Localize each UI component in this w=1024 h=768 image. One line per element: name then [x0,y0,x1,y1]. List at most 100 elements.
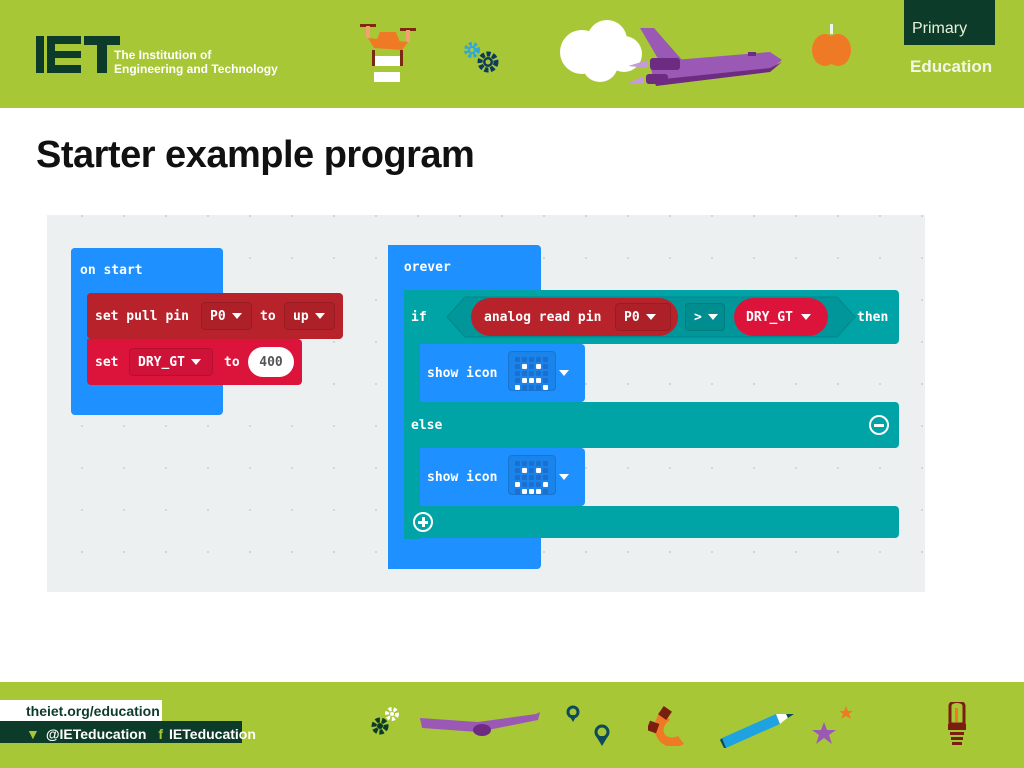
show-icon-label: show icon [427,470,498,485]
led-off [529,468,534,473]
chevron-down-icon [190,359,201,365]
show-icon-label: show icon [427,366,498,381]
led-on [515,385,520,390]
social-links: ▼ @IETeducation f IETeducation [0,721,256,743]
gears-icon [371,707,399,735]
led-on [529,378,534,383]
website-link[interactable]: theiet.org/education [0,700,162,722]
add-else-if-button[interactable] [413,512,433,532]
facebook-handle-link[interactable]: IETeducation [169,726,256,742]
led-off [543,378,548,383]
else-label: else [411,418,443,433]
led-off [536,461,541,466]
stars-icon [812,706,853,744]
remove-else-button[interactable] [869,415,889,435]
iet-logo [36,36,120,73]
led-off [529,371,534,376]
forever-label: forever [396,260,451,275]
led-on [536,378,541,383]
pull-mode-value: up [293,308,309,324]
pencil-icon [720,714,794,748]
space-shuttle-icon [626,28,782,86]
led-on [515,482,520,487]
pull-pin-dropdown[interactable]: P0 [201,302,252,330]
led-on [522,378,527,383]
minus-icon [874,423,884,427]
light-bulb-icon [948,702,966,745]
set-pull-pin-label: set pull pin [95,309,189,324]
pull-mode-dropdown[interactable]: up [284,302,335,330]
if-label: if [411,310,427,325]
header-band: The Institution of Engineering and Techn… [0,0,1024,108]
variable-value: DRY_GT [138,354,185,370]
led-off [522,385,527,390]
led-off [543,475,548,480]
if-block-footer [404,506,899,538]
chevron-down-icon [800,314,811,320]
led-on [529,489,534,494]
chevron-down-icon [231,313,242,319]
led-off [529,461,534,466]
twitter-bird-icon: ▼ [26,725,40,742]
led-off [515,461,520,466]
value-input[interactable]: 400 [248,347,294,377]
compare-variable-dropdown[interactable]: DRY_GT [734,298,828,336]
page-title: Starter example program [36,134,475,176]
primary-badge: Primary [904,0,995,45]
led-on [543,482,548,487]
led-off [515,468,520,473]
org-name-line1: The Institution of [114,48,212,62]
gears-icon [464,42,499,73]
analog-pin-value: P0 [624,309,640,325]
forever-spine [388,245,404,569]
blocks-workspace: on start set pull pin P0 to up set DRY_G… [47,215,925,592]
chevron-down-icon[interactable] [559,370,569,376]
else-section [404,402,899,448]
led-off [522,461,527,466]
chevron-down-icon [645,314,656,320]
led-on [536,364,541,369]
glider-plane-icon [420,712,540,736]
education-label: Education [910,57,993,76]
compare-variable-value: DRY_GT [746,309,793,325]
led-on [536,489,541,494]
operator-dropdown[interactable]: > [685,303,725,331]
location-pins-icon [566,705,610,746]
led-off [543,489,548,494]
then-label: then [857,310,889,325]
on-start-label: on start [80,263,143,278]
set-variable-to-label: to [224,355,240,370]
happy-face-icon[interactable] [508,455,556,495]
led-off [515,357,520,362]
twitter-handle-link[interactable]: @IETeducation [46,726,147,742]
chevron-down-icon [707,314,718,320]
led-off [515,364,520,369]
led-off [529,475,534,480]
facebook-f-icon: f [158,725,164,742]
led-off [536,371,541,376]
led-off [529,482,534,487]
led-off [543,364,548,369]
sad-face-icon[interactable] [508,351,556,391]
led-on [536,468,541,473]
led-off [522,475,527,480]
led-off [529,357,534,362]
led-off [543,357,548,362]
chevron-down-icon [314,313,325,319]
org-name-line2: Engineering and Technology [114,62,278,76]
led-on [543,385,548,390]
operator-value: > [694,309,702,325]
led-off [543,371,548,376]
led-off [536,357,541,362]
set-pull-to-label: to [260,309,276,324]
led-off [536,385,541,390]
led-off [515,371,520,376]
variable-dropdown[interactable]: DRY_GT [129,348,213,376]
drone-icon [360,24,416,82]
chevron-down-icon[interactable] [559,474,569,480]
led-off [529,385,534,390]
magnet-icon [648,706,684,746]
pull-pin-value: P0 [210,308,226,324]
led-on [522,489,527,494]
analog-pin-dropdown[interactable]: P0 [615,303,671,331]
